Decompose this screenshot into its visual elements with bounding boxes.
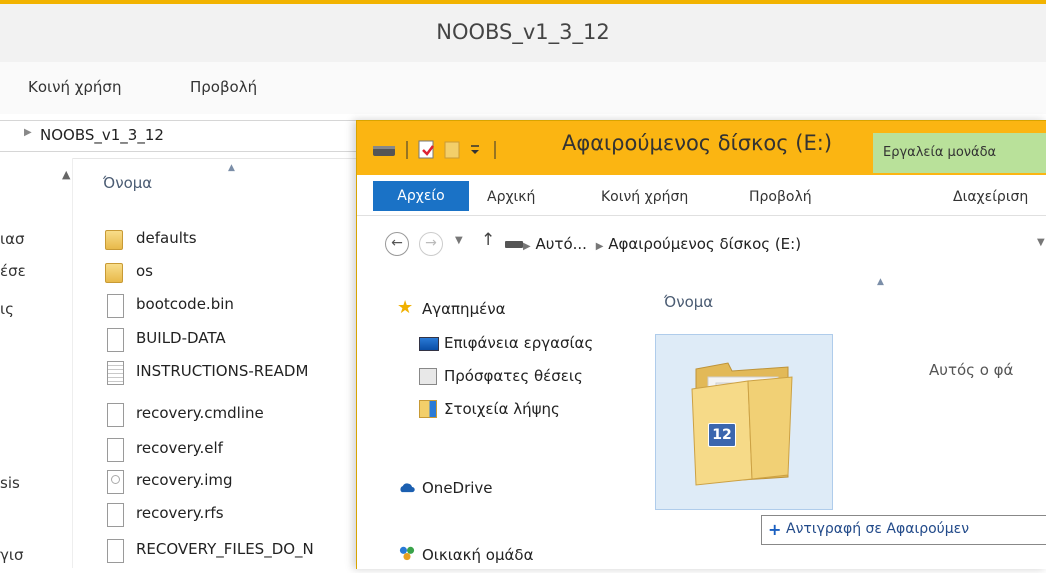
breadcrumb-arrow-icon[interactable]: ▶: [596, 241, 604, 252]
file-icon: [107, 438, 124, 462]
front-window-ribbon: Αρχείο Αρχική Κοινή χρήση Προβολή Διαχεί…: [357, 175, 1046, 216]
folder-icon: [105, 263, 123, 283]
file-row[interactable]: recovery.elf: [100, 434, 400, 464]
breadcrumb-arrow-icon[interactable]: ▶: [523, 241, 531, 252]
text-file-icon: [107, 361, 124, 385]
front-window-navigation-pane: ★ Αγαπημένα Επιφάνεια εργασίας Πρόσφατες…: [357, 271, 647, 569]
file-name: recovery.rfs: [136, 504, 224, 522]
file-row[interactable]: defaults: [100, 224, 400, 254]
back-window-navigation-pane: ιασ έσε ις sis γισ: [0, 158, 73, 568]
nav-item-fragment[interactable]: sis: [0, 474, 20, 492]
file-name: os: [136, 262, 153, 280]
tab-file[interactable]: Αρχείο: [373, 181, 469, 211]
file-name: recovery.cmdline: [136, 404, 264, 422]
file-row[interactable]: BUILD-DATA: [100, 324, 400, 354]
downloads-icon: [419, 400, 437, 418]
tab-home[interactable]: Αρχική: [487, 189, 535, 205]
nav-item-fragment[interactable]: ιασ: [0, 230, 24, 248]
tab-drive-tools-label: Εργαλεία μονάδα: [883, 145, 997, 160]
nav-item-label: Επιφάνεια εργασίας: [444, 334, 594, 352]
back-window-titlebar: NOOBS_v1_3_12: [0, 0, 1046, 62]
file-row[interactable]: RECOVERY_FILES_DO_N: [100, 535, 400, 565]
nav-item-fragment[interactable]: έσε: [0, 262, 26, 280]
properties-icon[interactable]: [418, 140, 434, 159]
disc-image-icon: [107, 470, 124, 494]
drive-icon: [373, 146, 395, 156]
file-name: recovery.img: [136, 471, 233, 489]
tab-share[interactable]: Κοινή χρήση: [28, 78, 121, 96]
forward-arrow-icon[interactable]: →: [419, 232, 443, 256]
nav-item-label: Στοιχεία λήψης: [444, 400, 560, 418]
nav-item-fragment[interactable]: ις: [0, 300, 14, 318]
tab-share[interactable]: Κοινή χρήση: [601, 189, 688, 205]
drag-tooltip-text: Αντιγραφή σε Αφαιρούμεν: [786, 521, 970, 537]
front-window-address-row: ← → ▼ ↑ ▶ Αυτό... ▶ Αφαιρούμενος δίσκος …: [357, 216, 1046, 270]
file-name: defaults: [136, 229, 197, 247]
tab-drive-tools[interactable]: Εργαλεία μονάδα: [873, 133, 1046, 173]
tab-manage[interactable]: Διαχείριση: [953, 189, 1028, 205]
cloud-icon: [400, 483, 415, 493]
recent-locations-dropdown-icon[interactable]: ▼: [455, 235, 463, 246]
file-icon: [107, 503, 124, 527]
breadcrumb-this-pc[interactable]: Αυτό...: [535, 235, 586, 253]
drive-icon: [505, 241, 523, 248]
front-window-title: Αφαιρούμενος δίσκος (E:): [562, 131, 833, 155]
back-arrow-icon[interactable]: ←: [385, 232, 409, 256]
sort-ascending-icon: ▲: [877, 277, 884, 287]
front-window-titlebar: Αφαιρούμενος δίσκος (E:) Εργαλεία μονάδα: [357, 121, 1046, 175]
back-window-ribbon: Κοινή χρήση Προβολή: [0, 62, 1046, 115]
customize-quick-access-icon[interactable]: [471, 145, 479, 154]
desktop-icon: [419, 337, 439, 351]
file-row[interactable]: bootcode.bin: [100, 290, 400, 320]
file-icon: [107, 403, 124, 427]
breadcrumb[interactable]: NOOBS_v1_3_12: [40, 126, 164, 144]
nav-item-label: Αγαπημένα: [422, 300, 506, 318]
file-row[interactable]: os: [100, 257, 400, 287]
file-row[interactable]: recovery.img: [100, 466, 400, 496]
file-name: RECOVERY_FILES_DO_N: [136, 540, 314, 558]
file-name: INSTRUCTIONS-READM: [136, 362, 309, 380]
tab-view[interactable]: Προβολή: [190, 78, 257, 96]
address-bar[interactable]: ▶ Αυτό... ▶ Αφαιρούμενος δίσκος (E:): [523, 235, 801, 253]
breadcrumb-arrow-icon[interactable]: ▶: [24, 127, 32, 138]
recent-places-icon: [419, 368, 437, 385]
nav-item-fragment[interactable]: γισ: [0, 546, 23, 564]
front-window: Αφαιρούμενος δίσκος (E:) Εργαλεία μονάδα…: [356, 120, 1046, 569]
new-folder-icon[interactable]: [444, 141, 460, 159]
address-dropdown-icon[interactable]: ▼: [1037, 237, 1045, 248]
folder-icon: [105, 230, 123, 250]
file-name: recovery.elf: [136, 439, 223, 457]
nav-item-label: OneDrive: [422, 479, 493, 497]
file-name: BUILD-DATA: [136, 329, 226, 347]
plus-icon: +: [768, 520, 782, 539]
drag-preview: 12: [655, 334, 833, 510]
nav-item-label: Πρόσφατες θέσεις: [444, 367, 583, 385]
empty-folder-message: Αυτός ο φά: [929, 361, 1014, 379]
file-row[interactable]: recovery.cmdline: [100, 399, 400, 429]
file-name: bootcode.bin: [136, 295, 234, 313]
item-count-badge: 12: [708, 423, 736, 447]
folder-icon: [691, 362, 793, 486]
quick-access-toolbar: [373, 140, 496, 159]
nav-item-label: Οικιακή ομάδα: [422, 546, 534, 564]
file-row[interactable]: INSTRUCTIONS-READM: [100, 357, 400, 387]
file-icon: [107, 328, 124, 352]
homegroup-icon: [399, 546, 415, 561]
drag-tooltip: + Αντιγραφή σε Αφαιρούμεν: [761, 515, 1046, 545]
file-icon: [107, 539, 124, 563]
file-icon: [107, 294, 124, 318]
scroll-up-icon[interactable]: ▲: [62, 168, 74, 181]
back-window-title: NOOBS_v1_3_12: [436, 20, 610, 44]
star-icon: ★: [397, 297, 414, 318]
breadcrumb-removable-disk[interactable]: Αφαιρούμενος δίσκος (E:): [608, 235, 801, 253]
tab-view[interactable]: Προβολή: [749, 189, 812, 205]
column-header-name[interactable]: Όνομα: [103, 174, 152, 192]
sort-ascending-icon: ▲: [228, 163, 235, 173]
column-header-name[interactable]: Όνομα: [664, 293, 713, 311]
file-row[interactable]: recovery.rfs: [100, 499, 400, 529]
up-arrow-icon[interactable]: ↑: [481, 230, 495, 250]
